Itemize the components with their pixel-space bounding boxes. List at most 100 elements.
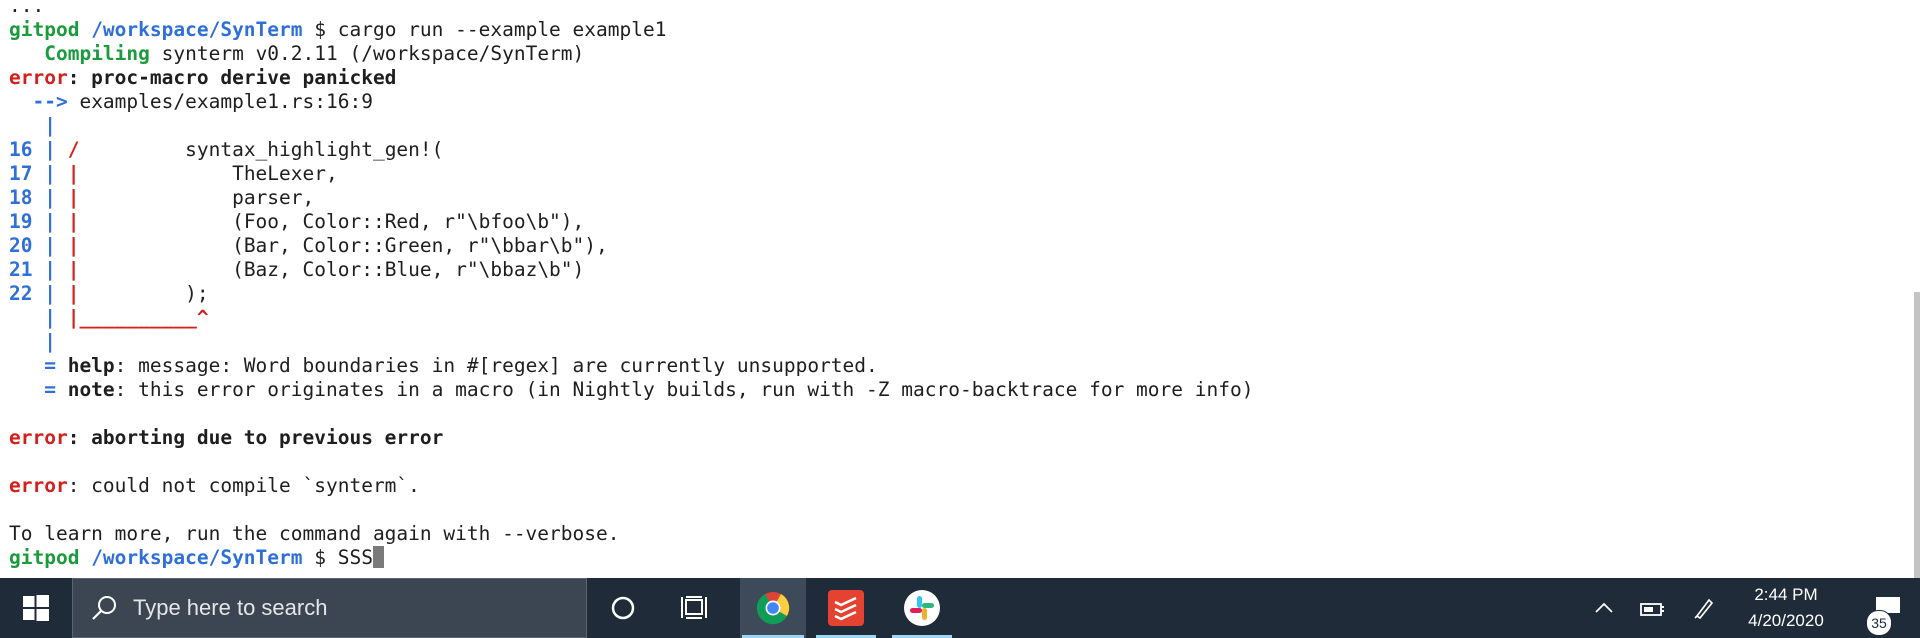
- terminal-window[interactable]: ... gitpod /workspace/SynTerm $ cargo run…: [0, 0, 1920, 578]
- terminal-text: /: [67, 138, 80, 161]
- slack-icon: [904, 590, 940, 626]
- terminal-line: error: aborting due to previous error: [9, 426, 1253, 450]
- task-view-icon: [681, 596, 707, 619]
- terminal-line: Compiling synterm v0.2.11 (/workspace/Sy…: [9, 42, 1253, 66]
- terminal-line: gitpod /workspace/SynTerm $ cargo run --…: [9, 18, 1253, 42]
- terminal-text: 18 |: [9, 186, 68, 209]
- chevron-up-icon: [1595, 602, 1613, 613]
- todoist-icon: [828, 590, 864, 626]
- terminal-text: /workspace/SynTerm: [91, 18, 303, 41]
- terminal-text: |: [9, 114, 56, 137]
- terminal-text: (Bar, Color::Green, r"\bbar\b"),: [79, 234, 608, 257]
- terminal-text: |: [9, 306, 68, 329]
- terminal-text: /workspace/SynTerm: [91, 546, 303, 569]
- terminal-text: : aborting due to previous error: [67, 426, 444, 449]
- clock[interactable]: 2:44 PM 4/20/2020: [1714, 578, 1858, 638]
- text-cursor: [372, 546, 384, 568]
- terminal-line: |: [9, 114, 1253, 138]
- network-icon: [1640, 603, 1664, 616]
- terminal-text: |__________^: [67, 306, 209, 329]
- terminal-text: help: [67, 354, 115, 377]
- terminal-text: $ SSS: [302, 546, 373, 569]
- pen-icon: [1694, 598, 1714, 620]
- terminal-text: 16 |: [9, 138, 68, 161]
- terminal-line: [9, 450, 1253, 474]
- terminal-line: = note: this error originates in a macro…: [9, 378, 1253, 402]
- terminal-text: -->: [9, 90, 80, 113]
- terminal-text: examples/example1.rs:16:9: [79, 90, 373, 113]
- terminal-text: error: [9, 426, 68, 449]
- terminal-text: syntax_highlight_gen!(: [79, 138, 444, 161]
- terminal-text: To learn more, run the command again wit…: [9, 522, 620, 545]
- terminal-text: error: [9, 66, 68, 89]
- taskbar-app-chrome[interactable]: [740, 578, 806, 638]
- terminal-text: : this error originates in a macro (in N…: [114, 378, 1254, 401]
- terminal-text: |: [67, 210, 80, 233]
- terminal-text: note: [67, 378, 115, 401]
- terminal-line: [9, 498, 1253, 522]
- terminal-line: 16 | / syntax_highlight_gen!(: [9, 138, 1253, 162]
- terminal-line: --> examples/example1.rs:16:9: [9, 90, 1253, 114]
- terminal-text: ...: [9, 0, 45, 17]
- terminal-text: synterm v0.2.11 (/workspace/SynTerm): [149, 42, 585, 65]
- terminal-text: parser,: [79, 186, 315, 209]
- terminal-text: =: [9, 354, 68, 377]
- terminal-text: );: [79, 282, 209, 305]
- scrollbar-thumb[interactable]: [1914, 292, 1920, 578]
- terminal-text: 21 |: [9, 258, 68, 281]
- terminal-text: 17 |: [9, 162, 68, 185]
- terminal-text: |: [67, 282, 80, 305]
- terminal-line: [9, 402, 1253, 426]
- terminal-text: (Baz, Color::Blue, r"\bbaz\b"): [79, 258, 585, 281]
- cortana-circle-icon: [611, 596, 635, 620]
- terminal-text: gitpod: [9, 546, 92, 569]
- terminal-line: gitpod /workspace/SynTerm $ SSS: [9, 546, 1253, 570]
- terminal-line: error: could not compile `synterm`.: [9, 474, 1253, 498]
- terminal-text: 22 |: [9, 282, 68, 305]
- terminal-line: 18 | | parser,: [9, 186, 1253, 210]
- terminal-text: $ cargo run --example example1: [302, 18, 667, 41]
- taskbar-app-slack[interactable]: [890, 578, 954, 638]
- cortana-button[interactable]: [588, 578, 658, 638]
- terminal-line: |: [9, 330, 1253, 354]
- terminal-text: Compiling: [44, 42, 150, 65]
- terminal-line: To learn more, run the command again wit…: [9, 522, 1253, 546]
- task-view-button[interactable]: [660, 578, 730, 638]
- terminal-text: : could not compile `synterm`.: [67, 474, 420, 497]
- terminal-line: 21 | | (Baz, Color::Blue, r"\bbaz\b"): [9, 258, 1253, 282]
- terminal-text: gitpod: [9, 18, 92, 41]
- terminal-text: : proc-macro derive panicked: [67, 66, 397, 89]
- terminal-text: TheLexer,: [79, 162, 338, 185]
- terminal-line: ...: [9, 0, 1253, 18]
- notification-count-badge: 35: [1866, 610, 1892, 636]
- taskbar-search-box[interactable]: Type here to search: [72, 578, 587, 638]
- search-icon: [92, 596, 116, 620]
- scrollbar[interactable]: [1914, 0, 1920, 578]
- terminal-text: =: [9, 378, 68, 401]
- terminal-text: |: [67, 234, 80, 257]
- terminal-line: 19 | | (Foo, Color::Red, r"\bfoo\b"),: [9, 210, 1253, 234]
- terminal-text: |: [9, 330, 56, 353]
- terminal-text: 20 |: [9, 234, 68, 257]
- terminal-text: : message: Word boundaries in #[regex] a…: [114, 354, 878, 377]
- chrome-icon: [756, 592, 790, 625]
- terminal-text: |: [67, 186, 80, 209]
- show-hidden-icons-button[interactable]: [1584, 578, 1624, 638]
- start-button[interactable]: [0, 578, 72, 638]
- terminal-text: (Foo, Color::Red, r"\bfoo\b"),: [79, 210, 585, 233]
- taskbar: Type here to search 2:44 PM 4/20/2020 35: [0, 578, 1920, 638]
- terminal-line: 20 | | (Bar, Color::Green, r"\bbar\b"),: [9, 234, 1253, 258]
- terminal-text: error: [9, 474, 68, 497]
- search-placeholder: Type here to search: [133, 595, 328, 620]
- terminal-line: 22 | | );: [9, 282, 1253, 306]
- network-tray-button[interactable]: [1630, 578, 1674, 638]
- clock-date: 4/20/2020: [1748, 611, 1824, 630]
- terminal-text: 19 |: [9, 210, 68, 233]
- taskbar-app-todoist[interactable]: [814, 578, 878, 638]
- terminal-line: 17 | | TheLexer,: [9, 162, 1253, 186]
- terminal-line: error: proc-macro derive panicked: [9, 66, 1253, 90]
